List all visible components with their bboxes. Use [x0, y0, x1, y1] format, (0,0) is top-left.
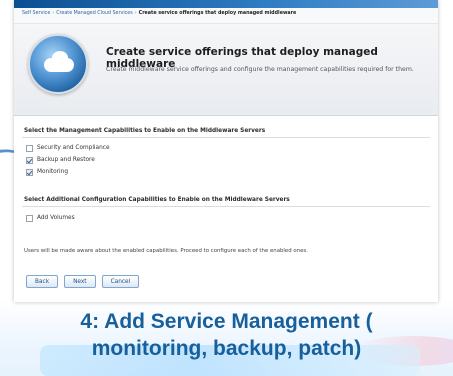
option-label: Security and Compliance [37, 145, 110, 151]
page-header: Create service offerings that deploy man… [14, 24, 438, 116]
page-description: Create middleware service offerings and … [106, 66, 414, 73]
checkbox-icon[interactable] [26, 214, 33, 222]
wizard-buttons: Back Next Cancel [26, 275, 140, 288]
checkbox-checked-icon[interactable] [26, 168, 33, 176]
breadcrumb-current: Create service offerings that deploy man… [138, 11, 297, 16]
slide-caption-line2: monitoring, backup, patch) [91, 337, 362, 360]
option-backup-restore[interactable]: Backup and Restore [26, 155, 95, 165]
management-section-title: Select the Management Capabilities to En… [24, 128, 266, 134]
next-button[interactable]: Next [64, 275, 96, 288]
screenshot-panel: Self Service › Create Managed Cloud Servic… [14, 0, 438, 302]
option-add-volumes[interactable]: Add Volumes [26, 213, 75, 223]
back-button[interactable]: Back [26, 275, 59, 288]
info-note: Users will be made aware about the enabl… [24, 248, 308, 254]
breadcrumb: Self Service › Create Managed Cloud Servic… [14, 8, 438, 24]
breadcrumb-link-create-managed[interactable]: Create Managed Cloud Services [56, 11, 133, 16]
option-label: Backup and Restore [37, 157, 95, 163]
cancel-button[interactable]: Cancel [101, 275, 140, 288]
cloud-service-icon [28, 34, 88, 94]
breadcrumb-link-self-service[interactable]: Self Service [22, 11, 50, 16]
section-divider [22, 137, 430, 138]
checkbox-icon[interactable] [26, 144, 33, 152]
slide-caption-line1: 4: Add Service Management ( [80, 310, 373, 333]
top-banner [14, 0, 438, 8]
option-monitoring[interactable]: Monitoring [26, 167, 68, 177]
option-label: Add Volumes [37, 215, 75, 221]
option-security-compliance[interactable]: Security and Compliance [26, 143, 110, 153]
option-label: Monitoring [37, 169, 68, 175]
section-divider [22, 206, 430, 207]
additional-section-title: Select Additional Configuration Capabili… [24, 197, 290, 203]
checkbox-checked-icon[interactable] [26, 156, 33, 164]
